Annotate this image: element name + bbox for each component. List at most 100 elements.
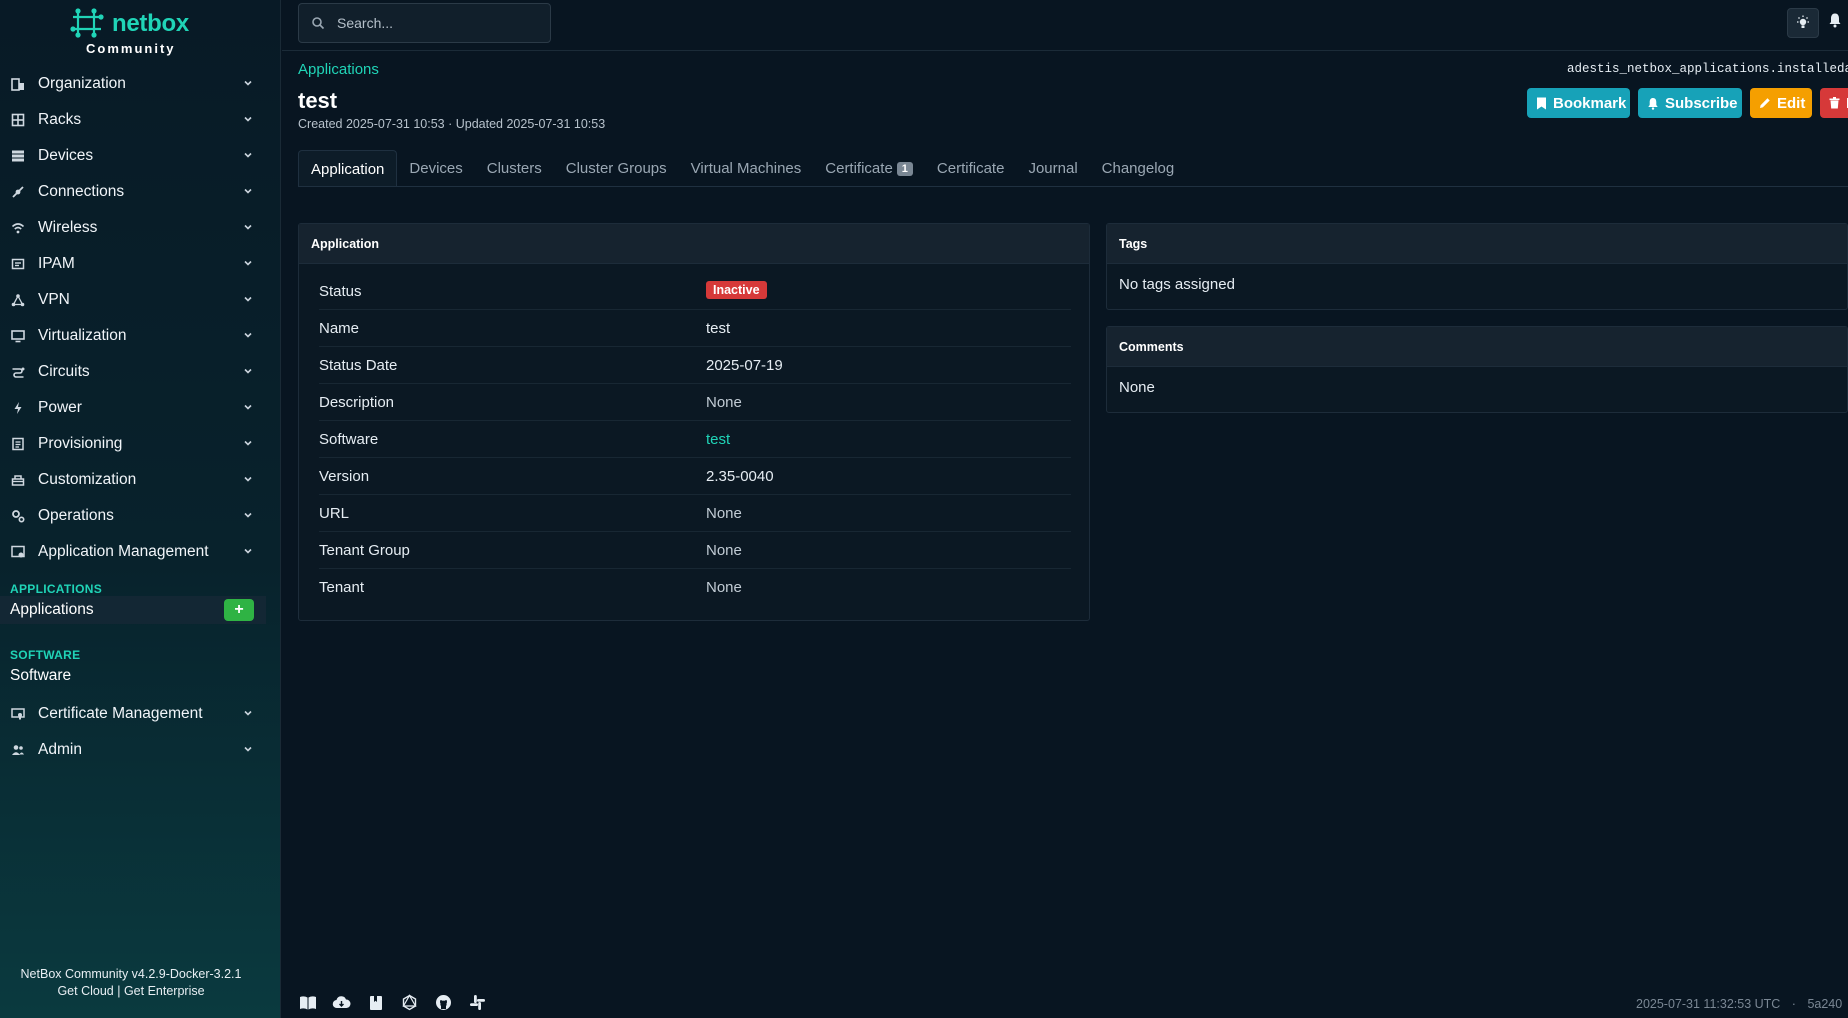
nav-item-label: Power	[38, 399, 82, 416]
brand-logo[interactable]: netbox Community	[70, 6, 220, 58]
chevron-down-icon	[244, 404, 252, 410]
search-input[interactable]	[337, 12, 537, 34]
slack-icon[interactable]	[468, 993, 487, 1012]
tab-changelog[interactable]: Changelog	[1090, 150, 1187, 187]
tab-journal[interactable]: Journal	[1016, 150, 1089, 187]
docs-icon[interactable]	[298, 993, 317, 1012]
tab-cluster-groups[interactable]: Cluster Groups	[554, 150, 679, 187]
software-link[interactable]: test	[706, 431, 730, 448]
attribute-row-status: Status Inactive	[319, 273, 1071, 310]
attribute-row-tenant-group: Tenant Group None	[319, 532, 1071, 569]
search-box[interactable]	[298, 3, 551, 43]
attribute-label: Status	[319, 283, 362, 300]
version-text: NetBox Community v4.2.9-Docker-3.2.1	[20, 967, 242, 981]
notifications-button[interactable]	[1828, 12, 1842, 32]
pencil-icon	[1759, 97, 1771, 109]
application-card: Application Status Inactive Name test St…	[298, 223, 1090, 621]
bell-plus-icon	[1647, 97, 1659, 110]
sidebar: netbox Community Organization Racks Devi…	[0, 0, 281, 1018]
nav-item-racks[interactable]: Racks	[0, 102, 281, 138]
get-enterprise-link[interactable]: Get Enterprise	[124, 984, 205, 998]
racks-icon	[10, 112, 26, 128]
trash-icon	[1829, 97, 1840, 109]
vpn-icon	[10, 292, 26, 308]
attribute-row-description: Description None	[319, 384, 1071, 421]
nav-item-provisioning[interactable]: Provisioning	[0, 426, 281, 462]
chevron-down-icon	[244, 548, 252, 554]
attribute-label: Software	[319, 431, 379, 448]
comments-card: Comments None	[1106, 326, 1848, 413]
book-icon[interactable]	[366, 993, 385, 1012]
graphql-icon[interactable]	[400, 993, 419, 1012]
nav-item-customization[interactable]: Customization	[0, 462, 281, 498]
chevron-down-icon	[244, 260, 252, 266]
tab-virtual-machines[interactable]: Virtual Machines	[679, 150, 814, 187]
attribute-label: URL	[319, 505, 350, 522]
breadcrumb[interactable]: Applications	[298, 61, 379, 78]
tab-devices[interactable]: Devices	[397, 150, 474, 187]
nav-item-label: Customization	[38, 471, 137, 488]
chevron-down-icon	[244, 440, 252, 446]
nav-item-operations[interactable]: Operations	[0, 498, 281, 534]
tags-empty-text: No tags assigned	[1119, 276, 1235, 293]
tab-certificate[interactable]: Certificate	[925, 150, 1017, 187]
organization-icon	[10, 76, 26, 92]
nav-subitem-applications[interactable]: Applications +	[0, 596, 266, 624]
attribute-value: None	[706, 542, 742, 559]
delete-button[interactable]: D	[1820, 88, 1848, 118]
chevron-down-icon	[244, 224, 252, 230]
github-icon[interactable]	[434, 993, 453, 1012]
subscribe-button[interactable]: Subscribe	[1638, 88, 1742, 118]
chevron-down-icon	[244, 512, 252, 518]
nav-item-power[interactable]: Power	[0, 390, 281, 426]
tab-clusters[interactable]: Clusters	[475, 150, 554, 187]
tab-certificate-linked[interactable]: Certificate 1	[813, 150, 925, 187]
attribute-row-name: Name test	[319, 310, 1071, 347]
nav-item-organization[interactable]: Organization	[0, 66, 281, 102]
nav-item-label: Racks	[38, 111, 82, 128]
count-badge: 1	[896, 161, 913, 176]
tab-application[interactable]: Application	[298, 150, 398, 187]
attribute-row-software: Software test	[319, 421, 1071, 458]
chevron-down-icon	[244, 188, 252, 194]
nav-item-application-management[interactable]: Application Management	[0, 534, 281, 570]
edit-button[interactable]: Edit	[1750, 88, 1812, 118]
card-title: Comments	[1107, 327, 1847, 367]
nav-item-devices[interactable]: Devices	[0, 138, 281, 174]
circuits-icon	[10, 364, 26, 380]
devices-icon	[10, 148, 26, 164]
sidebar-footer: NetBox Community v4.2.9-Docker-3.2.1 Get…	[0, 966, 262, 1000]
wireless-icon	[10, 220, 26, 236]
object-tabs: Application Devices Clusters Cluster Gro…	[298, 150, 1186, 187]
provisioning-icon	[10, 436, 26, 452]
ipam-icon	[10, 256, 26, 272]
bookmark-label: Bookmark	[1553, 94, 1627, 112]
nav-subitem-software[interactable]: Software	[0, 662, 281, 690]
page-title: test	[298, 88, 338, 113]
theme-toggle-button[interactable]	[1787, 8, 1819, 38]
nav-item-certificate-management[interactable]: Certificate Management	[0, 696, 281, 732]
nav-item-label: Virtualization	[38, 327, 127, 344]
cloud-download-icon[interactable]	[332, 993, 351, 1012]
search-icon	[312, 17, 325, 30]
nav-item-label: Wireless	[38, 219, 98, 236]
attribute-value: 2025-07-19	[706, 357, 783, 374]
nav-item-circuits[interactable]: Circuits	[0, 354, 281, 390]
nav-item-vpn[interactable]: VPN	[0, 282, 281, 318]
nav-item-connections[interactable]: Connections	[0, 174, 281, 210]
attribute-label: Name	[319, 320, 360, 337]
nav-item-admin[interactable]: Admin	[0, 732, 281, 768]
add-application-button[interactable]: +	[224, 599, 254, 621]
nav-item-label: IPAM	[38, 255, 75, 272]
nav-item-label: Application Management	[38, 543, 209, 560]
chevron-down-icon	[244, 296, 252, 302]
nav-item-virtualization[interactable]: Virtualization	[0, 318, 281, 354]
nav-subitem-label: Applications	[10, 601, 94, 618]
bookmark-button[interactable]: Bookmark	[1527, 88, 1630, 118]
chevron-down-icon	[244, 152, 252, 158]
nav-item-wireless[interactable]: Wireless	[0, 210, 281, 246]
get-cloud-link[interactable]: Get Cloud	[57, 984, 113, 998]
top-bar	[282, 0, 1848, 51]
nav-item-ipam[interactable]: IPAM	[0, 246, 281, 282]
chevron-down-icon	[244, 80, 252, 86]
